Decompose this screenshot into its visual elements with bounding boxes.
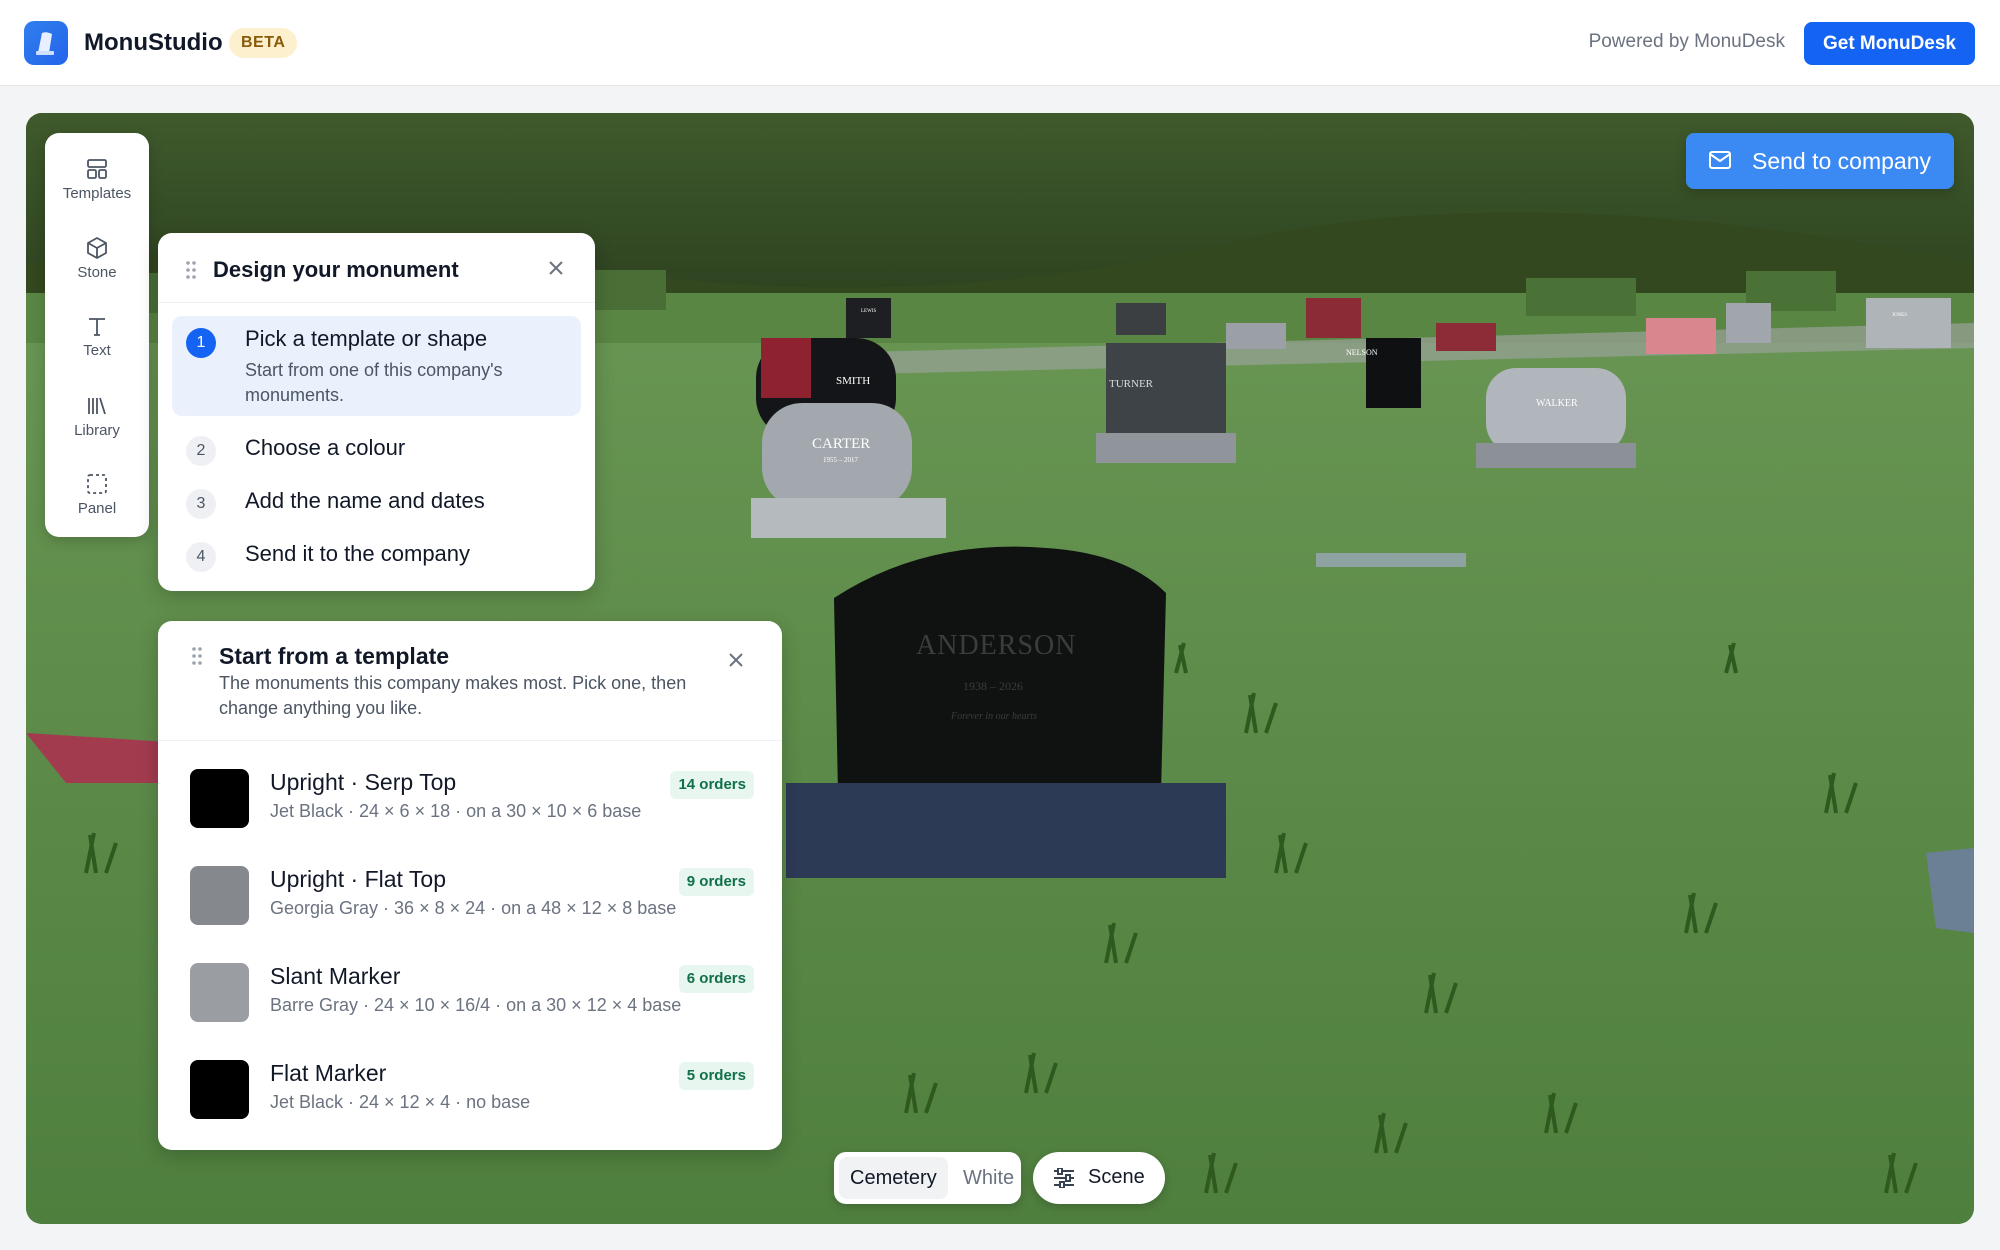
powered-by-text: Powered by MonuDesk (1588, 31, 1785, 52)
tool-rail: Templates Stone Text Library Panel (45, 133, 149, 537)
sliders-icon (1054, 1168, 1074, 1188)
rail-item-panel[interactable]: Panel (45, 458, 149, 532)
template-detail: Jet Black · 24 × 6 × 18 · on a 30 × 10 ×… (270, 801, 642, 821)
step-title: Send it to the company (245, 541, 471, 566)
template-row-upright-flat[interactable]: Upright · Flat Top Georgia Gray · 36 × 8… (158, 840, 782, 936)
template-title: Flat Marker (270, 1060, 387, 1086)
rail-item-stone[interactable]: Stone (45, 222, 149, 296)
orders-badge: 14 orders (670, 771, 754, 799)
rail-label: Templates (62, 185, 132, 202)
step-choose-colour[interactable]: 2 Choose a colour (172, 425, 581, 475)
library-icon (88, 397, 106, 415)
headstone-dates-carter: 1955 – 2017 (823, 456, 858, 464)
headstone-name-nelson: NELSON (1346, 348, 1378, 357)
headstone-name-lewis: LEWIS (861, 309, 877, 314)
panel-title: Start from a template (219, 643, 450, 669)
text-icon (89, 318, 105, 336)
headstone-epitaph-anderson: Forever in our hearts (951, 711, 1038, 722)
stone-swatch (190, 963, 249, 1022)
dashed-square-icon (87, 474, 107, 494)
close-icon[interactable] (727, 651, 745, 669)
panel-header: Start from a template The monuments this… (158, 621, 782, 741)
cube-icon (87, 237, 107, 259)
app-logo-icon (24, 21, 68, 65)
rail-label: Panel (77, 500, 117, 517)
drag-handle-icon[interactable] (192, 647, 202, 665)
step-title: Add the name and dates (245, 488, 485, 513)
stone-swatch (190, 1060, 249, 1119)
rail-item-text[interactable]: Text (45, 300, 149, 374)
beta-badge: BETA (229, 28, 298, 58)
template-panel: Start from a template The monuments this… (158, 621, 782, 1150)
template-detail: Jet Black · 24 × 12 × 4 · no base (270, 1092, 531, 1112)
step-number: 3 (186, 489, 216, 519)
headstone-name-anderson: ANDERSON (916, 630, 1077, 661)
rail-label: Stone (77, 264, 117, 281)
orders-badge: 9 orders (678, 868, 754, 896)
background-option-cemetery[interactable]: Cemetery (839, 1157, 948, 1199)
template-title: Upright · Flat Top (270, 866, 446, 892)
step-subtitle: Start from one of this company's monumen… (245, 360, 503, 405)
rail-label: Library (74, 422, 120, 439)
layout-icon (87, 159, 107, 179)
step-title: Pick a template or shape (245, 326, 488, 351)
template-row-slant-marker[interactable]: Slant Marker Barre Gray · 24 × 10 × 16/4… (158, 937, 782, 1033)
step-pick-template[interactable]: 1 Pick a template or shape Start from on… (172, 316, 581, 416)
headstone-name-walker: WALKER (1536, 398, 1578, 409)
send-to-company-button[interactable]: Send to company (1686, 133, 1954, 189)
rail-label: Text (83, 342, 111, 359)
headstone-dates-anderson: 1938 – 2026 (963, 679, 1023, 693)
stone-swatch (190, 769, 249, 828)
background-toggle: Cemetery White (834, 1152, 1021, 1204)
drag-handle-icon[interactable] (186, 261, 196, 279)
headstone-name-jones: JONES (1892, 313, 1908, 318)
panel-header: Design your monument (158, 233, 595, 303)
panel-title: Design your monument (213, 257, 459, 282)
headstone-name-turner: TURNER (1109, 378, 1153, 390)
template-detail: Georgia Gray · 36 × 8 × 24 · on a 48 × 1… (270, 898, 677, 918)
template-row-upright-serp[interactable]: Upright · Serp Top Jet Black · 24 × 6 × … (158, 743, 782, 839)
stone-swatch (190, 866, 249, 925)
scene-button-label: Scene (1088, 1166, 1145, 1188)
rail-item-library[interactable]: Library (45, 380, 149, 454)
headstone-name-smith: SMITH (836, 375, 871, 387)
rail-item-templates[interactable]: Templates (45, 143, 149, 217)
template-title: Slant Marker (270, 963, 401, 989)
design-monument-panel: Design your monument 1 Pick a template o… (158, 233, 595, 591)
orders-badge: 6 orders (678, 965, 754, 993)
step-add-name-dates[interactable]: 3 Add the name and dates (172, 478, 581, 528)
get-monudesk-button[interactable]: Get MonuDesk (1804, 22, 1975, 65)
step-title: Choose a colour (245, 435, 406, 460)
step-number: 4 (186, 542, 216, 572)
template-row-flat-marker[interactable]: Flat Marker Jet Black · 24 × 12 × 4 · no… (158, 1034, 782, 1130)
step-number: 2 (186, 436, 216, 466)
top-bar: MonuStudio BETA Powered by MonuDesk Get … (0, 0, 2000, 86)
step-number: 1 (186, 328, 216, 358)
send-button-label: Send to company (1752, 148, 1932, 174)
template-title: Upright · Serp Top (270, 769, 457, 795)
panel-subtitle: The monuments this company makes most. P… (219, 673, 687, 718)
template-detail: Barre Gray · 24 × 10 × 16/4 · on a 30 × … (270, 995, 682, 1015)
close-icon[interactable] (547, 259, 565, 277)
mail-icon (1709, 151, 1731, 169)
app-name: MonuStudio (84, 29, 223, 56)
headstone-name-carter: CARTER (812, 436, 871, 452)
background-option-white[interactable]: White (952, 1157, 1025, 1199)
step-send-company[interactable]: 4 Send it to the company (172, 531, 581, 581)
scene-settings-button[interactable]: Scene (1033, 1152, 1165, 1204)
orders-badge: 5 orders (678, 1062, 754, 1090)
